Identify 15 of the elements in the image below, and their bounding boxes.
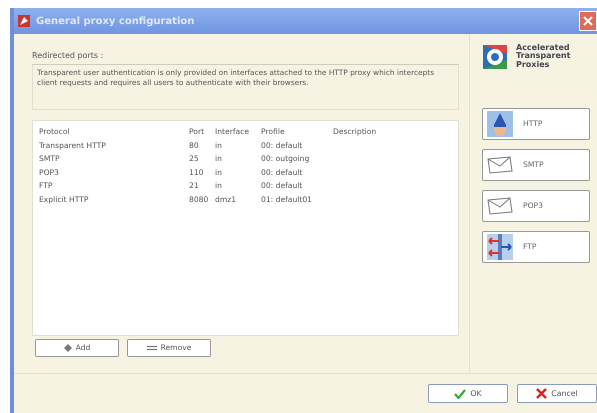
product-heading: Accelerated Transparent Proxies [516,44,572,70]
remove-icon [146,345,157,351]
section-label: Redirected ports : [32,50,104,62]
window-title: General proxy configuration [36,14,194,28]
envelope-icon [487,197,513,215]
logo-icon [482,44,508,70]
close-button[interactable] [579,11,597,31]
envelope-icon [487,156,513,174]
add-icon [64,344,72,352]
check-icon [454,388,466,398]
cross-icon [536,388,548,399]
app-icon [18,15,30,27]
wizard-icon [487,111,513,137]
close-icon [583,16,593,26]
arrows-icon [487,234,513,260]
